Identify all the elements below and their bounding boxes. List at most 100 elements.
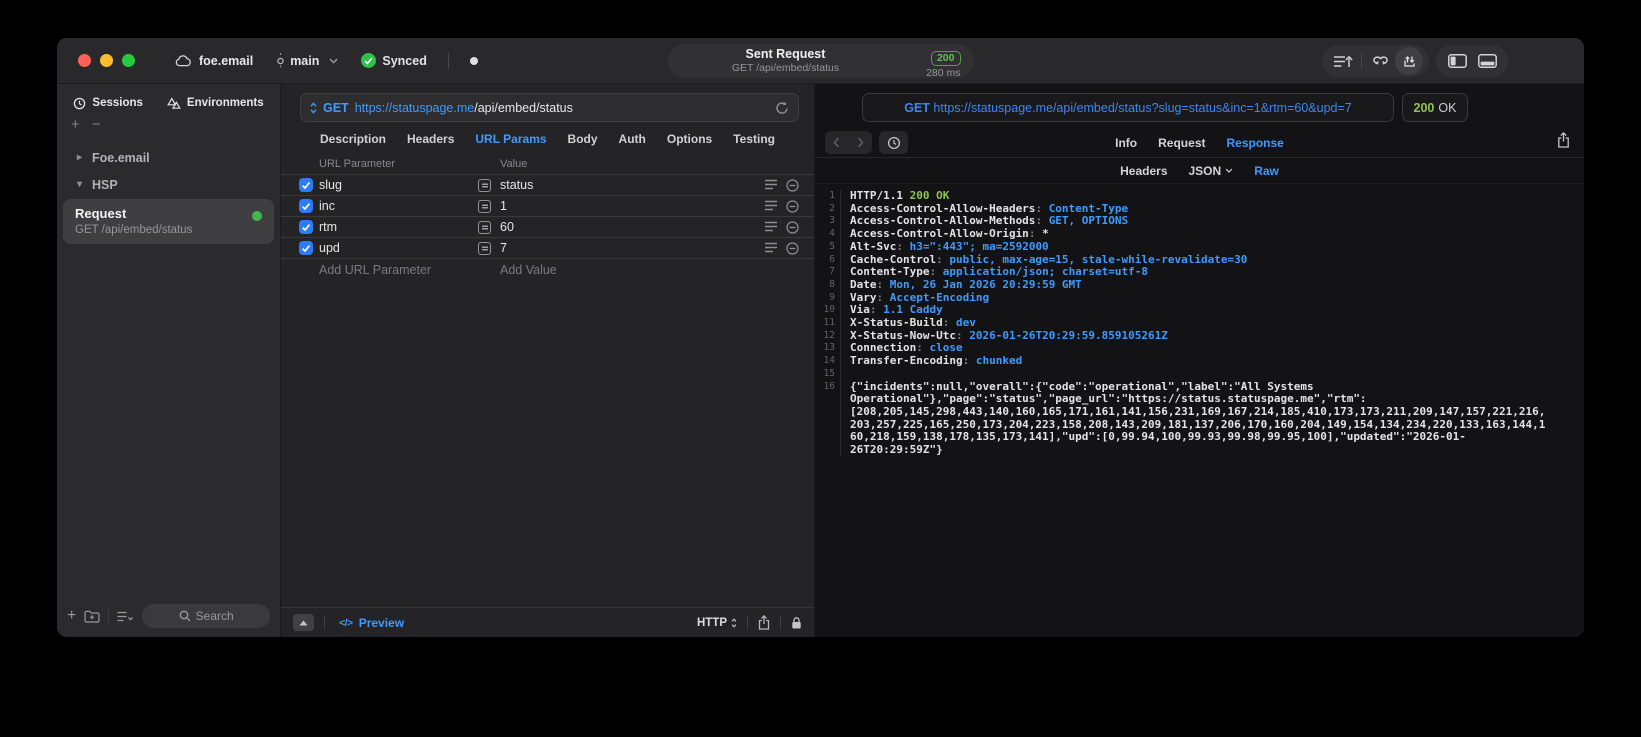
request-tabs: Description Headers URL Params Body Auth Opti… xyxy=(281,122,814,155)
param-checkbox[interactable] xyxy=(299,199,313,213)
remove-param-button[interactable] xyxy=(786,199,799,213)
tree-group-label: Foe.email xyxy=(92,150,150,165)
param-row[interactable]: inc 1 xyxy=(281,195,814,216)
tab-description[interactable]: Description xyxy=(320,132,386,146)
line-number: 5 xyxy=(815,240,841,254)
forward-button[interactable] xyxy=(849,131,873,154)
param-row[interactable]: upd 7 xyxy=(281,237,814,258)
tab-response[interactable]: Response xyxy=(1226,136,1283,150)
sessions-tree: ▸ Foe.email ▾ HSP Request GET /api/embed… xyxy=(57,144,280,244)
param-checkbox[interactable] xyxy=(299,241,313,255)
param-name[interactable]: upd xyxy=(319,241,340,255)
line-number: 1 xyxy=(815,190,841,203)
param-name[interactable]: slug xyxy=(319,178,342,192)
project-name[interactable]: foe.email xyxy=(199,54,253,68)
add-param-name-placeholder[interactable]: Add URL Parameter xyxy=(319,263,431,277)
param-value[interactable]: 60 xyxy=(500,220,514,234)
minimize-window-button[interactable] xyxy=(100,54,113,67)
param-checkbox[interactable] xyxy=(299,178,313,192)
param-options-button[interactable] xyxy=(764,221,778,232)
minus-circle-icon xyxy=(786,178,799,192)
tab-body[interactable]: Body xyxy=(568,132,598,146)
toggle-sidebar-button[interactable] xyxy=(1442,47,1472,75)
tab-request[interactable]: Request xyxy=(1158,136,1205,150)
tree-group-foe-email[interactable]: ▸ Foe.email xyxy=(57,144,280,171)
request-url-bar[interactable]: GET https://statuspage.me/api/embed/stat… xyxy=(300,93,799,122)
add-param-value-placeholder[interactable]: Add Value xyxy=(500,263,557,277)
tab-options[interactable]: Options xyxy=(667,132,712,146)
line-number: 2 xyxy=(815,202,841,216)
resend-button[interactable] xyxy=(775,101,789,115)
tab-headers[interactable]: Headers xyxy=(407,132,454,146)
param-name[interactable]: rtm xyxy=(319,220,337,234)
request-url[interactable]: https://statuspage.me/api/embed/status xyxy=(355,101,573,115)
subtab-headers[interactable]: Headers xyxy=(1120,164,1167,178)
zoom-window-button[interactable] xyxy=(122,54,135,67)
param-name[interactable]: inc xyxy=(319,199,335,213)
tree-group-hsp[interactable]: ▾ HSP xyxy=(57,171,280,198)
lock-button[interactable] xyxy=(791,616,802,630)
history-button[interactable] xyxy=(879,131,908,154)
sent-request-url[interactable]: GET https://statuspage.me/api/embed/stat… xyxy=(862,93,1394,122)
preview-button[interactable]: </> Preview xyxy=(339,616,404,630)
merge-button[interactable] xyxy=(1365,47,1395,75)
remove-item-button[interactable]: − xyxy=(92,117,101,136)
params-table-header: URL Parameter Value xyxy=(281,155,814,174)
param-checkbox[interactable] xyxy=(299,220,313,234)
request-summary-capsule[interactable]: Sent Request GET /api/embed/status 200 2… xyxy=(667,44,974,79)
tab-url-params[interactable]: URL Params xyxy=(475,132,546,146)
tab-environments[interactable]: Environments xyxy=(167,96,264,110)
chevron-down-icon xyxy=(329,58,338,64)
sort-options-button[interactable] xyxy=(117,611,134,622)
param-row[interactable]: slug status xyxy=(281,174,814,195)
subtab-json[interactable]: JSON xyxy=(1189,164,1234,178)
request-editor-pane: GET https://statuspage.me/api/embed/stat… xyxy=(281,84,815,637)
param-value[interactable]: 1 xyxy=(500,199,507,213)
param-options-button[interactable] xyxy=(764,179,778,190)
back-button[interactable] xyxy=(825,131,849,154)
search-input[interactable]: Search xyxy=(142,604,270,628)
param-options-button[interactable] xyxy=(764,200,778,211)
tab-testing[interactable]: Testing xyxy=(733,132,775,146)
url-host: https://statuspage.me xyxy=(354,100,475,115)
subtab-raw[interactable]: Raw xyxy=(1254,164,1279,178)
close-window-button[interactable] xyxy=(78,54,91,67)
push-changes-button[interactable] xyxy=(1328,47,1358,75)
tab-sessions[interactable]: Sessions xyxy=(73,97,143,110)
footer-divider xyxy=(324,615,325,630)
protocol-selector[interactable]: HTTP xyxy=(697,617,737,629)
sync-label: Synced xyxy=(382,53,427,68)
sync-button[interactable] xyxy=(1395,47,1423,75)
remove-param-button[interactable] xyxy=(786,220,799,234)
tab-auth[interactable]: Auth xyxy=(619,132,646,146)
method-label[interactable]: GET xyxy=(323,101,349,115)
new-group-button[interactable] xyxy=(84,610,100,623)
param-options-button[interactable] xyxy=(764,242,778,253)
request-status-dot xyxy=(252,211,262,221)
share-response-button[interactable] xyxy=(1557,132,1570,148)
request-list-item-selected[interactable]: Request GET /api/embed/status xyxy=(63,199,274,244)
add-item-button[interactable]: + xyxy=(71,117,80,136)
footer-divider xyxy=(747,615,748,630)
tab-info[interactable]: Info xyxy=(1115,136,1137,150)
remove-param-button[interactable] xyxy=(786,178,799,192)
chevron-down-icon: ▾ xyxy=(77,179,83,190)
new-request-button[interactable]: + xyxy=(67,608,76,624)
add-param-row[interactable]: Add URL Parameter Add Value xyxy=(281,258,814,280)
triangle-up-icon xyxy=(299,620,308,625)
share-request-button[interactable] xyxy=(758,615,770,630)
collapse-panel-button[interactable] xyxy=(293,614,314,631)
sync-status[interactable]: Synced xyxy=(361,53,427,68)
toggle-bottom-panel-button[interactable] xyxy=(1472,47,1502,75)
param-row[interactable]: rtm 60 xyxy=(281,216,814,237)
branch-selector[interactable]: main xyxy=(276,52,338,69)
param-value[interactable]: status xyxy=(500,178,533,192)
response-nav-row: Info Request Response xyxy=(815,129,1584,158)
param-value[interactable]: 7 xyxy=(500,241,507,255)
environments-icon xyxy=(167,96,181,109)
url-path: /api/embed/status xyxy=(474,100,573,115)
sync-icon xyxy=(1403,55,1415,67)
check-icon xyxy=(301,244,311,252)
response-raw-view[interactable]: 1 HTTP/1.1 200 OK 2 Access-Control-Allow-He… xyxy=(815,184,1584,457)
remove-param-button[interactable] xyxy=(786,241,799,255)
